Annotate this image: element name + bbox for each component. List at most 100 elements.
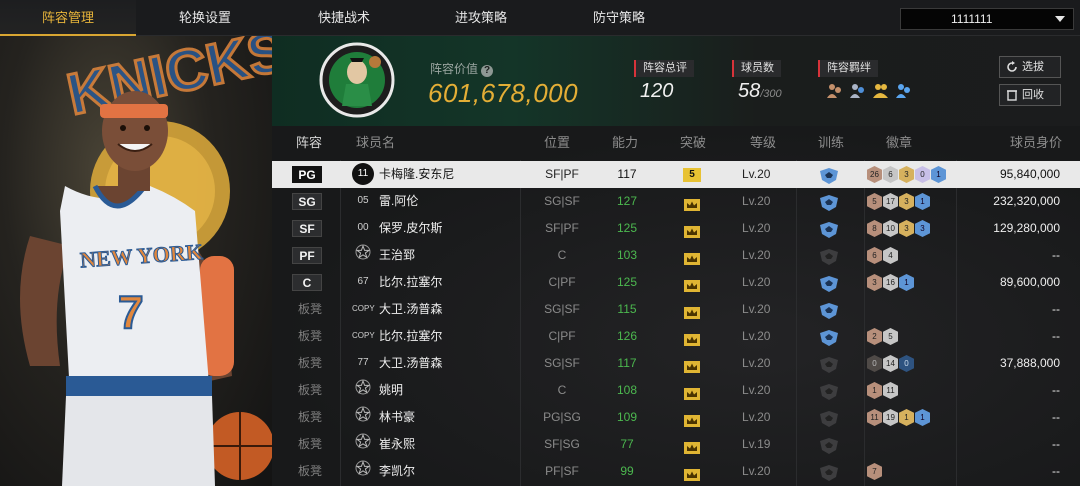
player-value: 95,840,000 bbox=[999, 167, 1060, 181]
column-header-rating[interactable]: 能力 bbox=[612, 126, 638, 160]
player-position: SF|PF bbox=[545, 167, 579, 181]
lineup-dropdown[interactable]: 1111111 bbox=[900, 8, 1074, 30]
badge-count: 11 bbox=[883, 382, 898, 399]
table-row[interactable]: PF 王治郅 C 103 Lv.20 6 4 -- bbox=[272, 242, 1080, 269]
tab-lineup-management[interactable]: 阵容管理 bbox=[0, 0, 136, 36]
player-name[interactable]: 李凯尔 bbox=[379, 458, 415, 485]
column-header-training[interactable]: 训练 bbox=[818, 126, 844, 160]
player-portrait: KNICKS NEW YORK 7 bbox=[0, 36, 272, 486]
table-row[interactable]: 板凳 李凯尔 PF|SF 99 Lv.20 7 -- bbox=[272, 458, 1080, 485]
tab-offense-strategy[interactable]: 进攻策略 bbox=[413, 0, 549, 36]
chemistry-gold-icon[interactable] bbox=[872, 82, 889, 99]
recycle-button-label: 回收 bbox=[1022, 89, 1044, 101]
tab-quick-tactics[interactable]: 快捷战术 bbox=[276, 0, 412, 36]
crown-icon bbox=[683, 357, 701, 373]
recycle-bin-icon bbox=[1007, 90, 1017, 101]
table-row[interactable]: C 67 比尔.拉塞尔 C|PF 125 Lv.20 3 16 1 89,600,000 bbox=[272, 269, 1080, 296]
player-name[interactable]: 大卫.汤普森 bbox=[379, 296, 442, 323]
table-row[interactable]: 板凳 崔永熙 SF|SG 77 Lv.19 -- bbox=[272, 431, 1080, 458]
table-row[interactable]: 板凳 COPY 大卫.汤普森 SG|SF 115 Lv.20 -- bbox=[272, 296, 1080, 323]
badge-list: 5 17 3 1 bbox=[867, 193, 930, 210]
column-header-badges[interactable]: 徽章 bbox=[886, 126, 912, 160]
crown-icon bbox=[683, 249, 701, 265]
table-row[interactable]: 板凳 姚明 C 108 Lv.20 1 11 -- bbox=[272, 377, 1080, 404]
player-name[interactable]: 林书豪 bbox=[379, 404, 415, 431]
training-icon[interactable] bbox=[818, 383, 840, 400]
badge-count: 4 bbox=[883, 247, 898, 264]
badge-list: 11 19 1 1 bbox=[867, 409, 930, 426]
column-header-lineup[interactable]: 阵容 bbox=[296, 126, 322, 160]
badge-list: 8 10 3 3 bbox=[867, 220, 930, 237]
table-row[interactable]: 板凳 77 大卫.汤普森 SG|SF 117 Lv.20 0 14 0 37,888,000 bbox=[272, 350, 1080, 377]
badge-count: 19 bbox=[883, 409, 898, 426]
player-value: 232,320,000 bbox=[993, 194, 1060, 208]
player-name[interactable]: 卡梅隆.安东尼 bbox=[379, 161, 454, 188]
badge-count: 1 bbox=[915, 409, 930, 426]
badge-list: 25 bbox=[867, 328, 898, 345]
chemistry-blue-icon[interactable] bbox=[895, 82, 912, 99]
player-position: SG|SF bbox=[544, 356, 580, 370]
lineup-slot-badge: PG bbox=[292, 166, 322, 183]
column-header-level[interactable]: 等级 bbox=[750, 126, 776, 160]
select-button[interactable]: 选拔 bbox=[999, 56, 1061, 78]
badge-count: 10 bbox=[883, 220, 898, 237]
column-header-player-value[interactable]: 球员身价 bbox=[1010, 126, 1062, 160]
player-name[interactable]: 保罗.皮尔斯 bbox=[379, 215, 442, 242]
player-name[interactable]: 雷.阿伦 bbox=[379, 188, 418, 215]
training-icon[interactable] bbox=[818, 464, 840, 481]
column-header-position[interactable]: 位置 bbox=[544, 126, 570, 160]
bench-label: 板凳 bbox=[298, 410, 323, 424]
badge-count: 7 bbox=[867, 463, 882, 480]
player-name[interactable]: 王治郅 bbox=[379, 242, 415, 269]
player-name[interactable]: 比尔.拉塞尔 bbox=[379, 269, 442, 296]
player-value: -- bbox=[1052, 464, 1060, 478]
table-row[interactable]: 板凳 COPY 比尔.拉塞尔 C|PF 126 Lv.20 2 5 -- bbox=[272, 323, 1080, 350]
lineup-value-label: 阵容价值? bbox=[430, 60, 494, 77]
chemistry-silver-icon[interactable] bbox=[849, 82, 866, 99]
player-name[interactable]: 姚明 bbox=[379, 377, 403, 404]
jersey-number: 11 bbox=[352, 163, 374, 185]
player-position: PG|SG bbox=[543, 410, 581, 424]
refresh-icon bbox=[1007, 61, 1017, 72]
training-icon[interactable] bbox=[818, 302, 840, 319]
table-row[interactable]: PG 11 卡梅隆.安东尼 SF|PF 117 5 Lv.20 26 6 3 0 1 95,840,00… bbox=[272, 161, 1080, 188]
badge-count: 3 bbox=[899, 193, 914, 210]
column-header-player-name[interactable]: 球员名 bbox=[356, 126, 395, 160]
badge-count: 1 bbox=[915, 193, 930, 210]
tab-defense-strategy[interactable]: 防守策略 bbox=[551, 0, 687, 36]
overall-rating-box: 阵容总评 120 bbox=[634, 58, 694, 102]
crown-icon bbox=[683, 465, 701, 481]
chemistry-bronze-icon[interactable] bbox=[826, 82, 843, 99]
training-icon[interactable] bbox=[818, 437, 840, 454]
training-icon[interactable] bbox=[818, 194, 840, 211]
recycle-button[interactable]: 回收 bbox=[999, 84, 1061, 106]
lineup-chemistry-label: 阵容羁绊 bbox=[818, 60, 878, 77]
training-icon[interactable] bbox=[818, 248, 840, 265]
tab-rotation-settings[interactable]: 轮换设置 bbox=[137, 0, 273, 36]
badge-count: 1 bbox=[867, 382, 882, 399]
table-row[interactable]: SG 05 雷.阿伦 SG|SF 127 Lv.20 5 17 3 1 232,320,000 bbox=[272, 188, 1080, 215]
player-level: Lv.20 bbox=[742, 464, 771, 478]
table-row[interactable]: SF 00 保罗.皮尔斯 SF|PF 125 Lv.20 8 10 3 3 129,280,000 bbox=[272, 215, 1080, 242]
player-name[interactable]: 崔永熙 bbox=[379, 431, 415, 458]
training-icon[interactable] bbox=[818, 221, 840, 238]
badge-count: 2 bbox=[867, 328, 882, 345]
player-count-number: 58 bbox=[738, 80, 761, 102]
player-value: 129,280,000 bbox=[993, 221, 1060, 235]
column-header-breakthrough[interactable]: 突破 bbox=[680, 126, 706, 160]
jersey-number: COPY bbox=[352, 304, 375, 313]
crown-icon bbox=[683, 330, 701, 346]
bench-label: 板凳 bbox=[298, 302, 323, 316]
player-rating: 125 bbox=[616, 221, 638, 235]
player-position: C|PF bbox=[548, 329, 576, 343]
training-icon[interactable] bbox=[818, 329, 840, 346]
jersey-number: 05 bbox=[357, 195, 369, 206]
training-icon[interactable] bbox=[818, 167, 840, 184]
training-icon[interactable] bbox=[818, 410, 840, 427]
player-name[interactable]: 比尔.拉塞尔 bbox=[379, 323, 442, 350]
help-icon[interactable]: ? bbox=[481, 65, 494, 77]
player-name[interactable]: 大卫.汤普森 bbox=[379, 350, 442, 377]
training-icon[interactable] bbox=[818, 356, 840, 373]
training-icon[interactable] bbox=[818, 275, 840, 292]
table-row[interactable]: 板凳 林书豪 PG|SG 109 Lv.20 11 19 1 1 -- bbox=[272, 404, 1080, 431]
